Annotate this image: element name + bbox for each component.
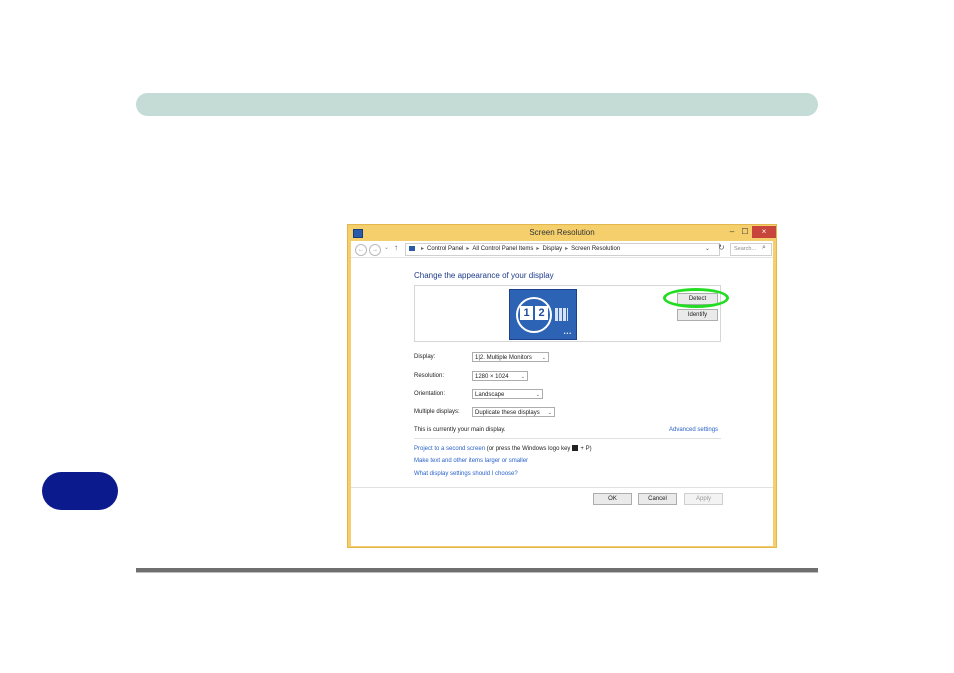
project-hint-suffix: + P)	[580, 446, 592, 452]
display-value: 1|2. Multiple Monitors	[475, 355, 532, 361]
address-chevron-icon[interactable]: ⌄	[705, 245, 710, 252]
multiple-displays-label: Multiple displays:	[414, 409, 460, 415]
screen-resolution-window: Screen Resolution – ☐ × ← → ⌄ ↑ ▸ Control…	[347, 224, 777, 548]
divider	[414, 438, 721, 439]
project-second-screen-link[interactable]: Project to a second screen	[414, 446, 485, 452]
ok-button[interactable]: OK	[593, 493, 632, 505]
footer-rule-shadow	[136, 572, 818, 573]
breadcrumb-separator-icon: ▸	[565, 246, 569, 252]
breadcrumb-separator-icon: ▸	[536, 246, 540, 252]
maximize-button[interactable]: ☐	[739, 226, 751, 238]
text-size-link[interactable]: Make text and other items larger or smal…	[414, 458, 528, 464]
orientation-label: Orientation:	[414, 391, 446, 397]
resolution-value: 1280 × 1024	[475, 374, 509, 380]
display-preview-area: 1 2 ••• Detect Identify	[414, 285, 729, 342]
breadcrumb-control-panel[interactable]: Control Panel	[427, 246, 463, 252]
chevron-down-icon: ⌄	[547, 410, 552, 416]
chevron-down-icon: ⌄	[541, 355, 546, 361]
orientation-select[interactable]: Landscape ⌄	[472, 389, 543, 399]
chapter-tab	[42, 472, 118, 510]
breadcrumb-display[interactable]: Display	[542, 246, 562, 252]
minimize-button[interactable]: –	[726, 226, 738, 238]
page-title: Change the appearance of your display	[414, 271, 554, 280]
project-line: Project to a second screen (or press the…	[414, 445, 592, 452]
detect-button[interactable]: Detect	[677, 293, 718, 305]
close-button[interactable]: ×	[752, 226, 776, 238]
orientation-value: Landscape	[475, 392, 505, 398]
page-header-bar	[136, 93, 818, 116]
monitor-icon[interactable]: 1 2 •••	[509, 289, 577, 340]
back-arrow-icon[interactable]: ←	[355, 244, 367, 256]
apply-button[interactable]: Apply	[684, 493, 723, 505]
control-panel-small-icon	[409, 246, 415, 251]
search-input[interactable]: Search... ⌕	[730, 243, 772, 256]
breadcrumb: ▸ Control Panel ▸ All Control Panel Items ▸ D…	[418, 245, 620, 252]
main-display-status: This is currently your main display.	[414, 427, 506, 433]
cancel-button[interactable]: Cancel	[638, 493, 677, 505]
identify-button[interactable]: Identify	[677, 309, 718, 321]
address-field[interactable]: ▸ Control Panel ▸ All Control Panel Items ▸ D…	[405, 243, 725, 256]
project-hint-text: (or press the Windows logo key	[486, 446, 571, 452]
chevron-down-icon: ⌄	[520, 374, 525, 380]
up-arrow-icon[interactable]: ↑	[394, 243, 398, 252]
footer-divider	[351, 487, 773, 488]
display-label: Display:	[414, 354, 436, 360]
breadcrumb-screen-resolution[interactable]: Screen Resolution	[571, 246, 620, 252]
monitor-number-1: 1	[520, 306, 533, 320]
search-icon[interactable]: ⌕	[762, 244, 766, 252]
forward-arrow-icon[interactable]: →	[369, 244, 381, 256]
monitor-dots: •••	[563, 331, 572, 337]
windows-logo-icon	[572, 445, 579, 451]
window-client-area: ← → ⌄ ↑ ▸ Control Panel ▸ All Control Panel…	[351, 241, 773, 546]
breadcrumb-separator-icon: ▸	[421, 246, 425, 252]
refresh-icon[interactable]: ↻	[718, 243, 725, 252]
resolution-label: Resolution:	[414, 373, 445, 379]
resolution-select[interactable]: 1280 × 1024 ⌄	[472, 371, 528, 381]
navigation-bar: ← → ⌄ ↑ ▸ Control Panel ▸ All Control Panel…	[351, 241, 773, 258]
display-help-link[interactable]: What display settings should I choose?	[414, 471, 518, 477]
window-title: Screen Resolution	[529, 228, 595, 237]
monitor-number-2: 2	[535, 306, 548, 320]
title-bar[interactable]: Screen Resolution – ☐ ×	[348, 225, 776, 241]
monitor-grid-icon	[555, 308, 568, 321]
search-placeholder: Search...	[734, 246, 757, 252]
recent-locations-chevron-icon[interactable]: ⌄	[384, 244, 389, 251]
advanced-settings-link[interactable]: Advanced settings	[669, 427, 718, 433]
chevron-down-icon: ⌄	[535, 392, 540, 398]
breadcrumb-all-items[interactable]: All Control Panel Items	[472, 246, 533, 252]
display-select[interactable]: 1|2. Multiple Monitors ⌄	[472, 352, 549, 362]
multiple-displays-select[interactable]: Duplicate these displays ⌄	[472, 407, 555, 417]
breadcrumb-separator-icon: ▸	[466, 246, 470, 252]
multiple-displays-value: Duplicate these displays	[475, 410, 540, 416]
